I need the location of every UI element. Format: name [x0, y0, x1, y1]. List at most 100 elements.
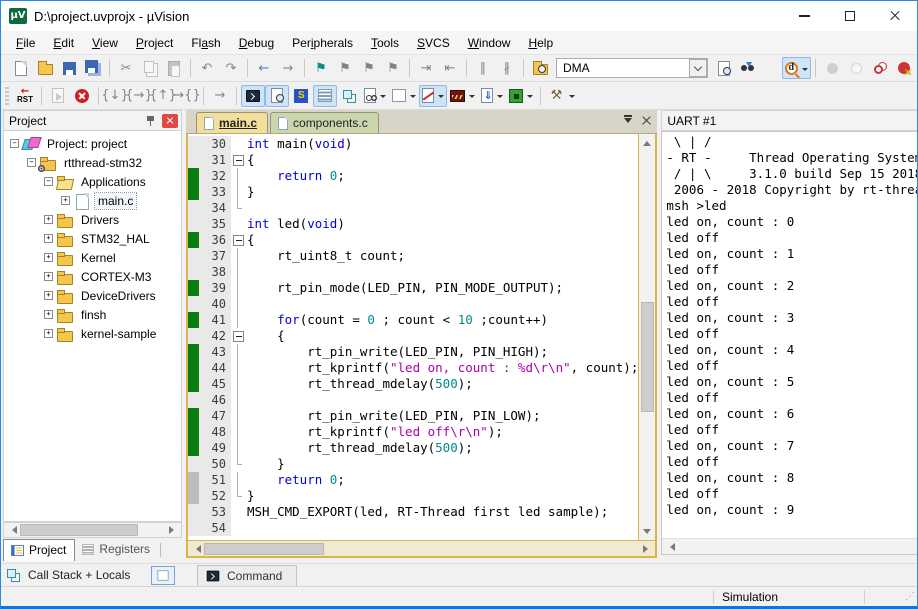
- cut-button[interactable]: ✂: [114, 57, 138, 79]
- menu-edit[interactable]: Edit: [44, 33, 83, 53]
- run-button[interactable]: [46, 85, 70, 107]
- breakpoint-kill-all-button[interactable]: [892, 57, 916, 79]
- close-button[interactable]: [872, 1, 917, 31]
- tree-item-main-c[interactable]: +main.c: [4, 191, 181, 210]
- save-all-button[interactable]: [81, 57, 105, 79]
- scroll-thumb[interactable]: [641, 302, 654, 412]
- menu-project[interactable]: Project: [127, 33, 182, 53]
- fold-marker[interactable]: [231, 232, 244, 248]
- paste-button[interactable]: [162, 57, 186, 79]
- menu-file[interactable]: File: [7, 33, 44, 53]
- bookmark-prev-button[interactable]: ⚑: [333, 57, 357, 79]
- expander-plus-icon[interactable]: +: [61, 196, 70, 205]
- show-next-statement-button[interactable]: →: [208, 85, 232, 107]
- maximize-button[interactable]: [827, 1, 872, 31]
- panel-close-button[interactable]: [162, 114, 178, 128]
- uart-hscrollbar[interactable]: [662, 538, 918, 554]
- find-in-files-button[interactable]: [712, 57, 736, 79]
- scroll-up-arrow[interactable]: [639, 134, 655, 148]
- menu-window[interactable]: Window: [459, 33, 520, 53]
- run-to-cursor-button[interactable]: →{}: [175, 85, 199, 107]
- expander-plus-icon[interactable]: +: [44, 310, 53, 319]
- fold-marker[interactable]: [231, 152, 244, 168]
- disassembly-window-button[interactable]: [265, 85, 289, 107]
- navigate-back-button[interactable]: ←: [252, 57, 276, 79]
- watch-window-button[interactable]: [361, 85, 389, 107]
- registers-window-button[interactable]: [313, 85, 337, 107]
- tab-registers[interactable]: Registers: [75, 539, 158, 560]
- serial-window-button[interactable]: [419, 85, 447, 107]
- find-text-button[interactable]: [782, 57, 811, 79]
- incremental-find-button[interactable]: [736, 57, 760, 79]
- menu-svcs[interactable]: SVCS: [408, 33, 459, 53]
- expander-minus-icon[interactable]: −: [44, 177, 53, 186]
- indent-button[interactable]: ⇥: [414, 57, 438, 79]
- resize-grip[interactable]: ⋰: [903, 591, 917, 602]
- trace-window-button[interactable]: [478, 85, 506, 107]
- tree-item-applications[interactable]: −Applications: [4, 172, 181, 191]
- navigate-forward-button[interactable]: →: [276, 57, 300, 79]
- menu-flash[interactable]: Flash: [182, 33, 229, 53]
- symbol-window-button[interactable]: [289, 85, 313, 107]
- find-in-files-folder-button[interactable]: [528, 57, 552, 79]
- menu-help[interactable]: Help: [519, 33, 562, 53]
- expander-plus-icon[interactable]: +: [44, 291, 53, 300]
- tree-item-stm32-hal[interactable]: +STM32_HAL: [4, 229, 181, 248]
- project-tree-hscrollbar[interactable]: [3, 522, 182, 538]
- undo-button[interactable]: ↶: [195, 57, 219, 79]
- expander-minus-icon[interactable]: −: [10, 139, 19, 148]
- scroll-left-arrow[interactable]: [188, 542, 204, 556]
- editor-hscrollbar[interactable]: [188, 540, 655, 556]
- document-list-icon[interactable]: [624, 118, 632, 127]
- uncomment-button[interactable]: ∦: [495, 57, 519, 79]
- comment-button[interactable]: ∥: [471, 57, 495, 79]
- scroll-right-arrow[interactable]: [165, 523, 181, 537]
- code-area[interactable]: 30int main(void)31{32 return 0;33}3435in…: [188, 134, 638, 540]
- step-out-button[interactable]: {↑}: [151, 85, 175, 107]
- open-folder-button[interactable]: [33, 57, 57, 79]
- bookmark-toggle-button[interactable]: ⚑: [309, 57, 333, 79]
- menu-debug[interactable]: Debug: [230, 33, 283, 53]
- scroll-down-arrow[interactable]: [639, 526, 655, 540]
- menu-view[interactable]: View: [83, 33, 127, 53]
- minimize-button[interactable]: [782, 1, 827, 31]
- stop-button[interactable]: [70, 85, 94, 107]
- fold-marker[interactable]: [231, 328, 244, 344]
- breakpoint-insert-button[interactable]: [820, 57, 844, 79]
- save-button[interactable]: [57, 57, 81, 79]
- tree-item-project-project[interactable]: −Project: project: [4, 134, 181, 153]
- project-tree[interactable]: −Project: project−rtthread-stm32−Applica…: [3, 131, 182, 522]
- editor-tab-components-c[interactable]: components.c: [270, 112, 379, 133]
- tab-command[interactable]: Command: [197, 565, 297, 586]
- expander-plus-icon[interactable]: +: [44, 253, 53, 262]
- scroll-left-arrow[interactable]: [662, 540, 678, 554]
- breakpoint-disable-all-button[interactable]: [868, 57, 892, 79]
- breakpoint-enable-button[interactable]: [844, 57, 868, 79]
- step-over-button[interactable]: {→}: [127, 85, 151, 107]
- editor-tab-main-c[interactable]: main.c: [196, 112, 268, 133]
- toolbox-button[interactable]: ⚒: [545, 85, 578, 107]
- analysis-window-button[interactable]: [447, 85, 478, 107]
- copy-button[interactable]: [138, 57, 162, 79]
- bookmark-clear-button[interactable]: ⚑: [381, 57, 405, 79]
- expander-minus-icon[interactable]: −: [27, 158, 36, 167]
- memory-window-button[interactable]: [389, 85, 419, 107]
- callstack-window-button[interactable]: [337, 85, 361, 107]
- expander-plus-icon[interactable]: +: [44, 272, 53, 281]
- tree-item-cortex-m3[interactable]: +CORTEX-M3: [4, 267, 181, 286]
- expander-plus-icon[interactable]: +: [44, 329, 53, 338]
- reset-button[interactable]: ←RST: [13, 85, 37, 107]
- tree-item-rtthread-stm32[interactable]: −rtthread-stm32: [4, 153, 181, 172]
- tab-project[interactable]: Project: [3, 539, 75, 561]
- menu-tools[interactable]: Tools: [362, 33, 408, 53]
- pin-icon[interactable]: [146, 115, 155, 127]
- scroll-thumb[interactable]: [204, 543, 324, 555]
- tree-item-kernel[interactable]: +Kernel: [4, 248, 181, 267]
- menu-peripherals[interactable]: Peripherals: [283, 33, 362, 53]
- uart-output[interactable]: \ | / - RT - Thread Operating System / |…: [662, 132, 918, 538]
- memory-button[interactable]: [151, 566, 175, 585]
- search-combo[interactable]: DMA: [556, 58, 708, 78]
- tree-item-kernel-sample[interactable]: +kernel-sample: [4, 324, 181, 343]
- bookmark-next-button[interactable]: ⚑: [357, 57, 381, 79]
- tree-item-drivers[interactable]: +Drivers: [4, 210, 181, 229]
